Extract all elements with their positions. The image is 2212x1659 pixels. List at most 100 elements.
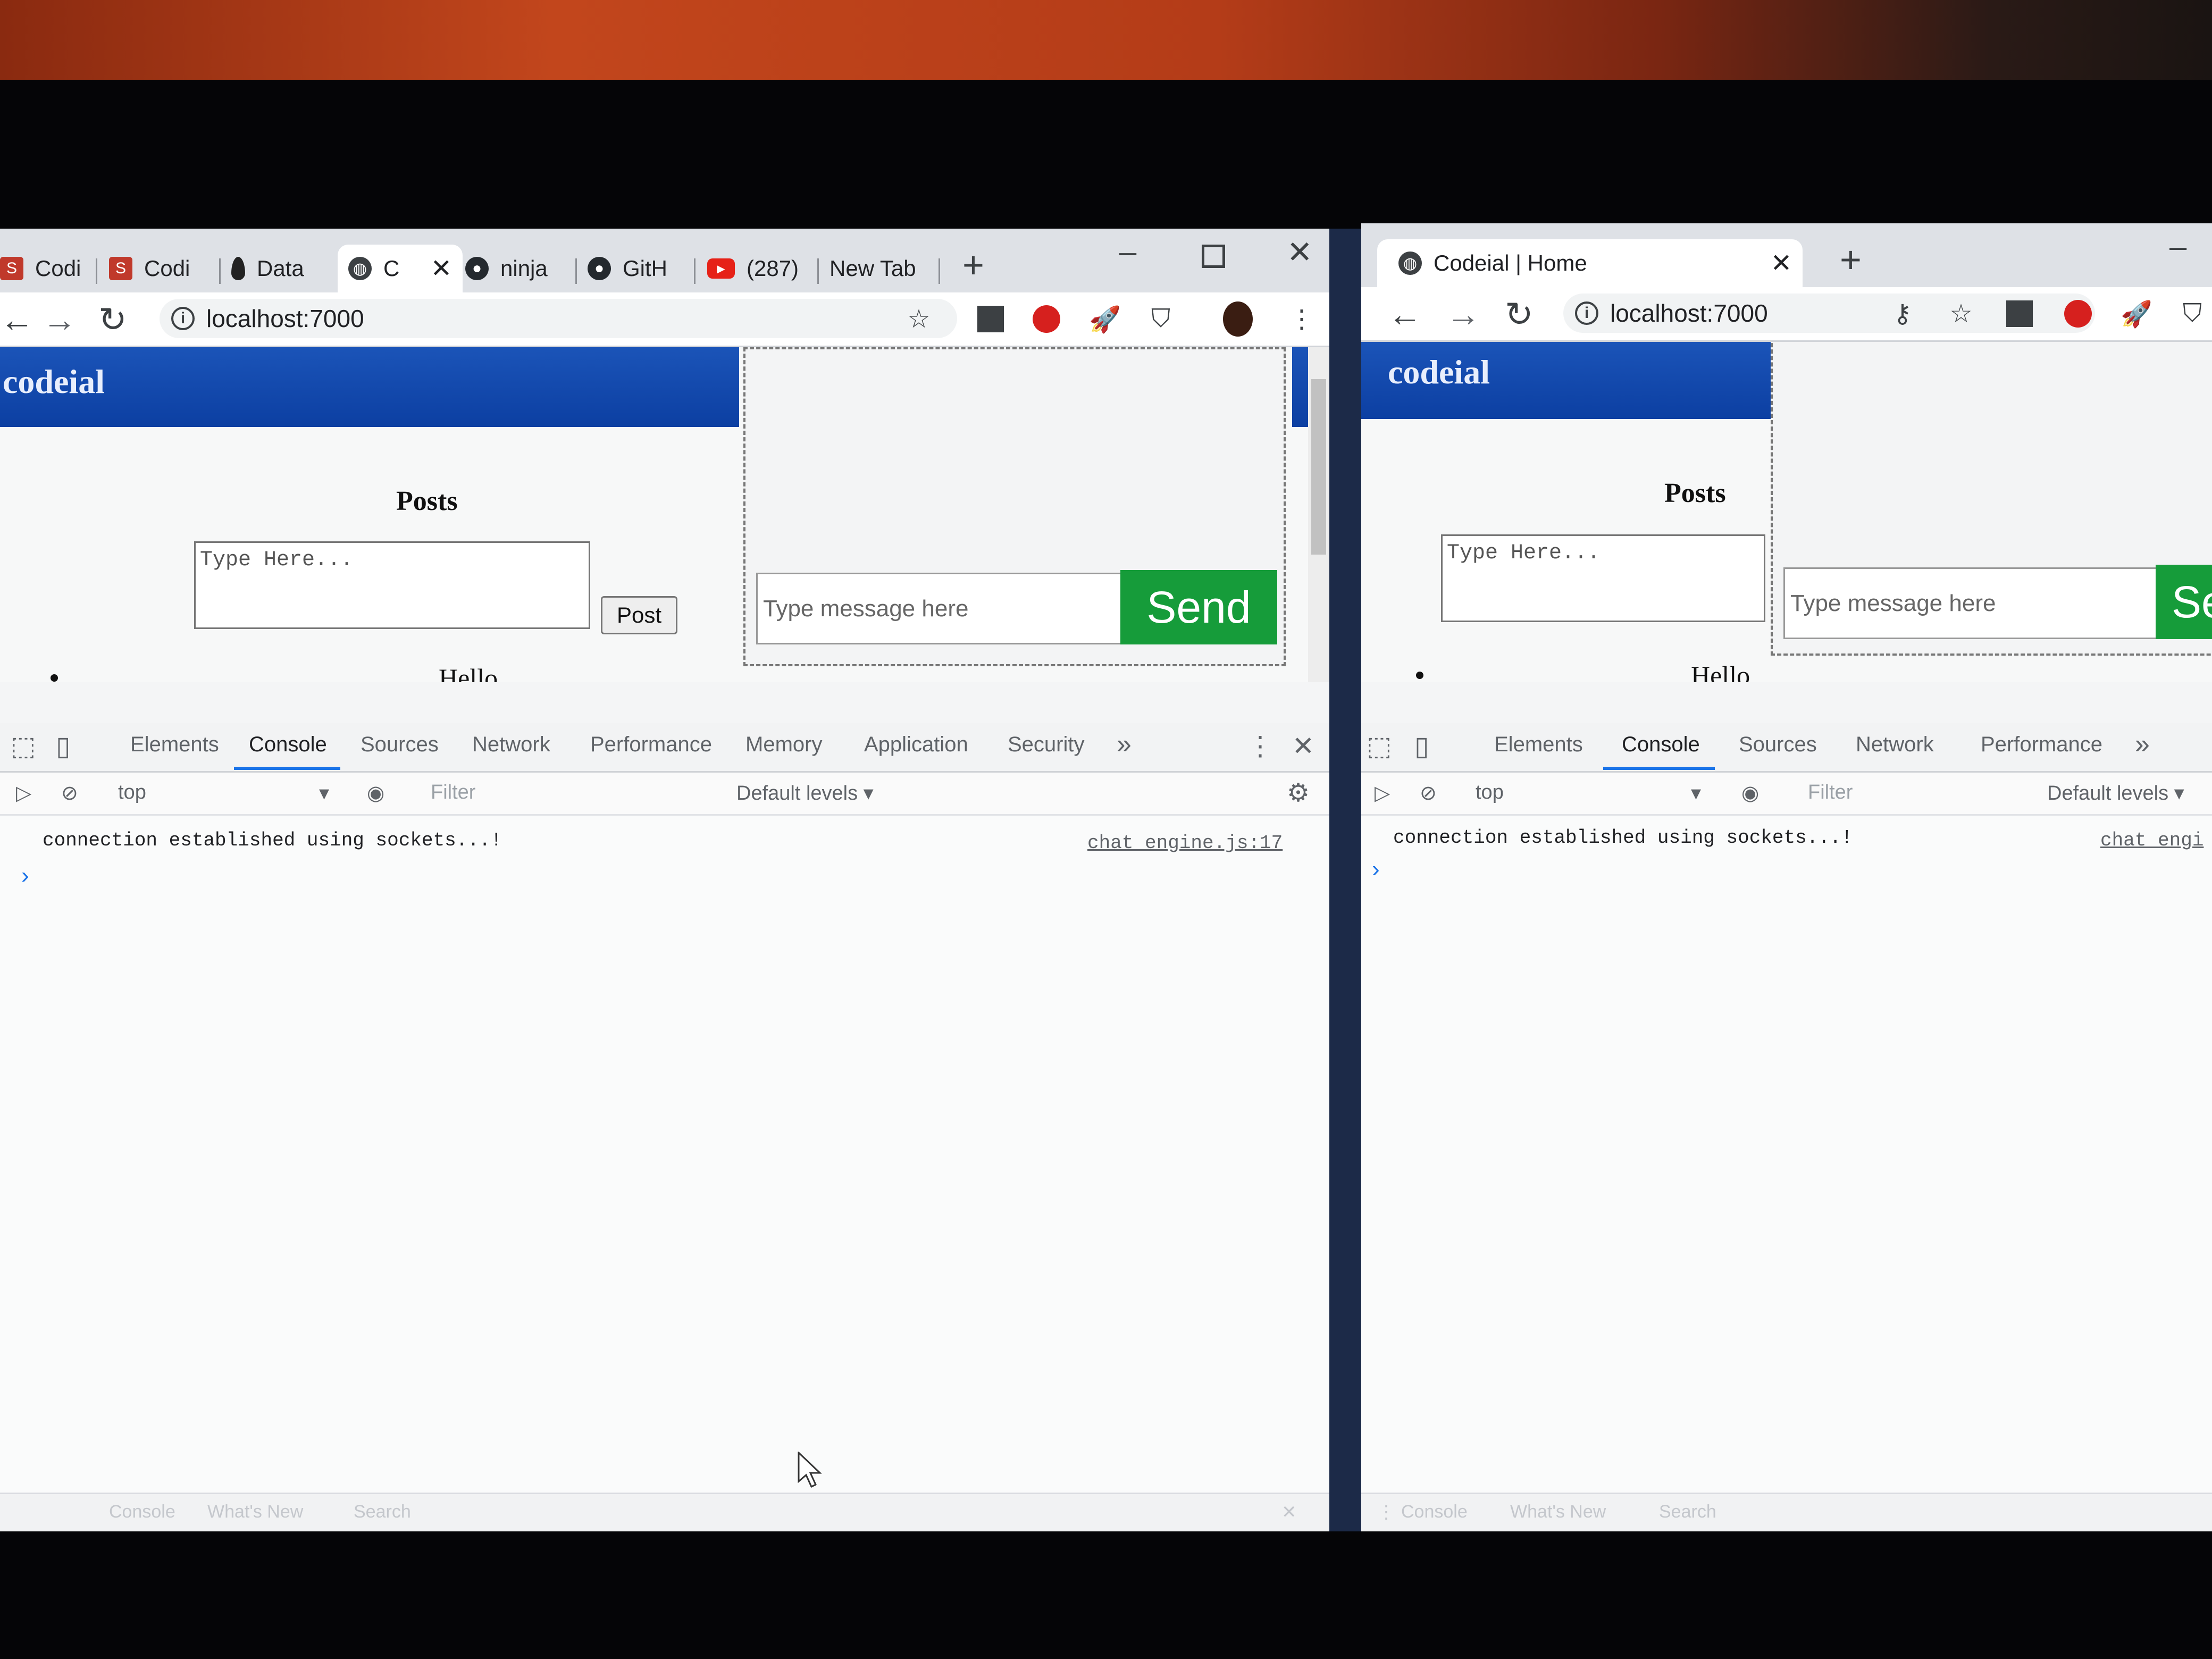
extension-rocket-icon[interactable]: 🚀 [2121, 299, 2152, 329]
clear-console-icon[interactable]: ⊘ [1420, 781, 1437, 805]
back-icon[interactable]: ← [1388, 295, 1422, 334]
bookmark-star-icon[interactable]: ☆ [1946, 299, 1976, 329]
more-tabs-chevron-icon[interactable]: » [2135, 728, 2150, 759]
drawer-tab-console[interactable]: Console [109, 1502, 175, 1522]
tab-codeial-home[interactable]: ◍ Codeial | Home ✕ [1377, 239, 1803, 287]
page-scrollbar[interactable] [1308, 347, 1329, 682]
device-toolbar-icon[interactable]: ▯ [1414, 731, 1429, 761]
devtools-tab-console[interactable]: Console [249, 733, 327, 757]
tab-codingninjas-2[interactable]: S Codi [109, 245, 215, 292]
extension-opera-icon[interactable] [1032, 304, 1061, 334]
console-filter-input[interactable]: Filter [1808, 781, 1853, 804]
close-window-icon[interactable]: ✕ [1287, 234, 1313, 270]
devtools-tab-elements[interactable]: Elements [1494, 733, 1583, 757]
drawer-menu-icon[interactable]: ⋮ [1377, 1502, 1395, 1523]
reload-icon[interactable]: ↻ [1505, 295, 1534, 334]
drawer-tab-search[interactable]: Search [354, 1502, 411, 1522]
devtools-tab-performance[interactable]: Performance [590, 733, 712, 757]
devtools-tab-sources[interactable]: Sources [361, 733, 439, 757]
live-expression-eye-icon[interactable]: ◉ [367, 781, 384, 805]
forward-icon[interactable]: → [1446, 295, 1480, 334]
address-bar[interactable]: i localhost:7000 [160, 299, 957, 338]
live-expression-eye-icon[interactable]: ◉ [1741, 781, 1759, 805]
post-content-textarea[interactable]: Type Here... [194, 541, 590, 629]
devtools-tab-network[interactable]: Network [472, 733, 550, 757]
devtools-tab-application[interactable]: Application [864, 733, 968, 757]
console-prompt-icon[interactable]: › [21, 862, 29, 889]
devtools-tab-network[interactable]: Network [1856, 733, 1934, 757]
devtools-menu-kebab-icon[interactable]: ⋮ [1247, 731, 1273, 761]
tab-github[interactable]: ● GitH [588, 245, 689, 292]
extension-pocket-icon[interactable]: ⛉ [2177, 299, 2207, 329]
close-tab-icon[interactable]: ✕ [1760, 248, 1803, 278]
bookmark-star-icon[interactable]: ☆ [904, 304, 934, 334]
menu-kebab-icon[interactable]: ⋮ [1287, 304, 1317, 334]
new-tab-button[interactable]: + [1840, 238, 1862, 281]
chat-message-input[interactable]: Type message here [1783, 567, 2166, 639]
extension-es-icon[interactable] [976, 304, 1006, 334]
back-icon[interactable]: ← [0, 300, 34, 339]
post-content-textarea[interactable]: Type Here... [1441, 534, 1765, 622]
brand-logo[interactable]: codeial [1388, 353, 1490, 392]
forward-icon[interactable]: → [43, 300, 77, 339]
devtools-drawer: ⋮ Console What's New Search [1361, 1493, 2212, 1531]
tab-codeial-active[interactable]: ◍ C ✕ [338, 245, 463, 292]
log-levels-dropdown[interactable]: Default levels ▾ [736, 781, 874, 805]
devtools-close-icon[interactable]: ✕ [1292, 731, 1314, 761]
profile-avatar[interactable] [1223, 301, 1253, 337]
log-levels-dropdown[interactable]: Default levels ▾ [2047, 781, 2184, 805]
inspect-element-icon[interactable]: ⬚ [11, 731, 36, 761]
more-tabs-chevron-icon[interactable]: » [1117, 728, 1132, 759]
post-button[interactable]: Post [601, 596, 677, 634]
sidebar-toggle-icon[interactable]: ▷ [1375, 781, 1390, 805]
scrollbar-thumb[interactable] [1311, 379, 1326, 555]
minimize-icon[interactable]: – [1119, 234, 1136, 270]
tab-ninja-github[interactable]: ● ninja [465, 245, 572, 292]
site-info-icon[interactable]: i [1575, 301, 1598, 325]
console-filter-bar: ▷ ⊘ top ▾ ◉ Filter Default levels ▾ [1361, 773, 2212, 816]
tab-youtube[interactable]: ▶ (287) [707, 245, 814, 292]
maximize-icon[interactable] [1202, 245, 1225, 268]
minimize-icon[interactable]: – [2169, 229, 2186, 264]
close-tab-icon[interactable]: ✕ [420, 254, 463, 283]
send-button[interactable]: Se [2156, 565, 2212, 639]
drawer-tab-search[interactable]: Search [1659, 1502, 1716, 1522]
tab-data[interactable]: Data [231, 245, 338, 292]
tab-new-tab[interactable]: New Tab [830, 245, 936, 292]
context-dropdown-arrow-icon[interactable]: ▾ [1691, 781, 1701, 805]
sidebar-toggle-icon[interactable]: ▷ [16, 781, 31, 805]
devtools-tab-memory[interactable]: Memory [745, 733, 822, 757]
devtools-tab-elements[interactable]: Elements [130, 733, 219, 757]
drawer-close-icon[interactable]: ✕ [1281, 1502, 1297, 1523]
extension-es-icon[interactable] [2005, 299, 2034, 329]
drawer-tab-console[interactable]: Console [1401, 1502, 1468, 1522]
reload-icon[interactable]: ↻ [98, 300, 127, 340]
devtools-tab-performance[interactable]: Performance [1981, 733, 2102, 757]
clear-console-icon[interactable]: ⊘ [61, 781, 78, 805]
brand-logo[interactable]: codeial [3, 362, 105, 401]
context-selector[interactable]: top [118, 781, 146, 804]
tab-codingninjas-1[interactable]: S Codi [0, 245, 90, 292]
extension-pocket-icon[interactable]: ⛉ [1146, 304, 1176, 334]
console-filter-input[interactable]: Filter [431, 781, 475, 804]
devtools-tab-security[interactable]: Security [1008, 733, 1085, 757]
devtools-tab-console[interactable]: Console [1622, 733, 1700, 757]
drawer-tab-whats-new[interactable]: What's New [1510, 1502, 1606, 1522]
extension-rocket-icon[interactable]: 🚀 [1089, 304, 1121, 334]
chat-message-input[interactable]: Type message here [756, 573, 1126, 644]
console-log-source-link[interactable]: chat_engine.js:17 [1087, 832, 1283, 854]
inspect-element-icon[interactable]: ⬚ [1367, 731, 1392, 761]
context-dropdown-arrow-icon[interactable]: ▾ [319, 781, 329, 805]
device-toolbar-icon[interactable]: ▯ [56, 731, 71, 761]
extension-opera-icon[interactable] [2063, 299, 2093, 329]
context-selector[interactable]: top [1476, 781, 1504, 804]
send-button[interactable]: Send [1120, 570, 1277, 644]
console-settings-gear-icon[interactable]: ⚙ [1287, 778, 1310, 808]
console-prompt-icon[interactable]: › [1372, 856, 1380, 883]
key-icon[interactable]: ⚷ [1888, 299, 1917, 329]
console-log-source-link[interactable]: chat_engi [2100, 830, 2203, 851]
devtools-tab-sources[interactable]: Sources [1739, 733, 1817, 757]
site-info-icon[interactable]: i [171, 307, 195, 330]
drawer-tab-whats-new[interactable]: What's New [207, 1502, 303, 1522]
new-tab-button[interactable]: + [962, 244, 984, 286]
